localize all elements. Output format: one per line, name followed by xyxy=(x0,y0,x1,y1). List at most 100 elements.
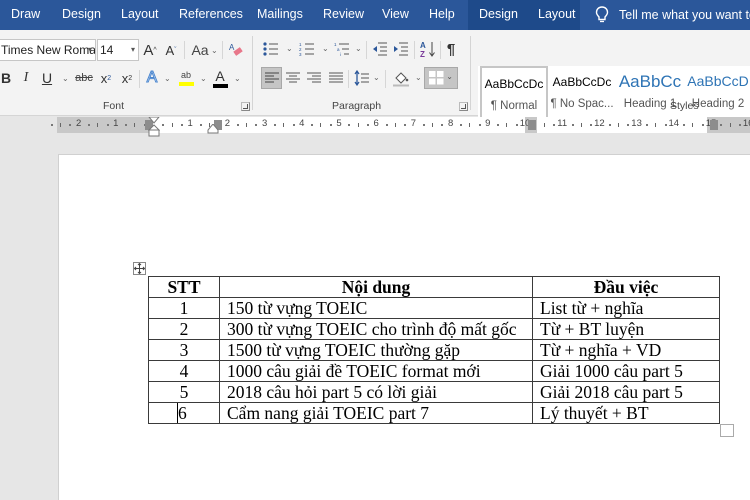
header-noi-dung[interactable]: Nội dung xyxy=(219,276,533,298)
cell-stt[interactable]: 5 xyxy=(148,381,220,403)
cell-noi-dung[interactable]: 1000 câu giải đề TOEIC format mới xyxy=(219,360,533,382)
cell-noi-dung[interactable]: 1500 từ vựng TOEIC thường gặp xyxy=(219,339,533,361)
tab-help[interactable]: Help xyxy=(429,0,455,30)
clear-formatting-button[interactable]: A xyxy=(227,40,245,60)
chevron-down-icon: ⌄ xyxy=(355,44,362,53)
chevron-down-icon: ⌄ xyxy=(164,74,171,83)
style-heading-2[interactable]: AaBbCcD Heading 2 xyxy=(684,66,750,122)
show-formatting-marks-button[interactable]: ¶ xyxy=(444,39,458,59)
highlight-button[interactable]: ab xyxy=(177,67,195,89)
increase-indent-icon xyxy=(394,42,408,56)
superscript-button[interactable]: x2 xyxy=(119,68,135,88)
align-left-button[interactable] xyxy=(261,67,282,89)
cell-noi-dung[interactable]: 150 từ vựng TOEIC xyxy=(219,297,533,319)
tab-references[interactable]: References xyxy=(179,0,243,30)
font-name-value: Times New Roma xyxy=(1,43,96,57)
cell-dau-viec[interactable]: Giải 1000 câu part 5 xyxy=(532,360,720,382)
bullets-button[interactable] xyxy=(262,39,280,59)
column-marker[interactable] xyxy=(528,120,536,130)
grow-font-button[interactable]: A ^ xyxy=(142,39,158,61)
text-effects-button[interactable]: A xyxy=(144,68,160,88)
svg-text:A: A xyxy=(229,43,235,52)
cell-dau-viec[interactable]: Từ + nghĩa + VD xyxy=(532,339,720,361)
cell-stt[interactable]: 1 xyxy=(148,297,220,319)
strikethrough-button[interactable]: abc xyxy=(73,68,95,88)
cell-noi-dung[interactable]: 300 từ vựng TOEIC cho trình độ mất gốc xyxy=(219,318,533,340)
column-marker[interactable] xyxy=(710,120,718,130)
header-dau-viec[interactable]: Đầu việc xyxy=(532,276,720,298)
ruler-tick xyxy=(729,123,731,127)
font-dialog-launcher[interactable] xyxy=(241,102,250,111)
borders-grid-icon xyxy=(429,71,444,85)
tab-table-layout[interactable]: Layout xyxy=(538,0,576,30)
ruler-dot xyxy=(738,124,741,126)
cell-noi-dung[interactable]: 2018 câu hỏi part 5 có lời giải xyxy=(219,381,533,403)
cell-stt[interactable]: 4 xyxy=(148,360,220,382)
ruler-number: 6 xyxy=(373,118,379,129)
cell-dau-viec[interactable]: List từ + nghĩa xyxy=(532,297,720,319)
cell-dau-viec[interactable]: Giải 2018 câu part 5 xyxy=(532,381,720,403)
sort-button[interactable]: A Z xyxy=(419,38,437,60)
tab-mailings[interactable]: Mailings xyxy=(257,0,303,30)
table-resize-handle[interactable] xyxy=(720,424,734,437)
table-row: 5 2018 câu hỏi part 5 có lời giải Giải 2… xyxy=(148,381,720,403)
right-indent-marker-icon[interactable] xyxy=(207,124,219,134)
shrink-font-button[interactable]: Aˇ xyxy=(163,39,179,61)
style-normal[interactable]: AaBbCcDc ¶ Normal xyxy=(480,66,548,122)
align-center-button[interactable] xyxy=(283,67,303,89)
style-no-spacing[interactable]: AaBbCcDc ¶ No Spac... xyxy=(548,66,616,122)
justify-icon xyxy=(329,72,343,83)
svg-text:A: A xyxy=(420,41,426,50)
tab-review[interactable]: Review xyxy=(323,0,364,30)
decrease-indent-icon xyxy=(373,42,387,56)
style-heading-1[interactable]: AaBbCc Heading 1 xyxy=(616,66,684,122)
ruler-dot xyxy=(50,124,53,126)
change-case-button[interactable]: Aa xyxy=(188,39,212,61)
tab-layout[interactable]: Layout xyxy=(121,0,159,30)
shading-button[interactable] xyxy=(391,67,411,89)
ruler-number: 2 xyxy=(224,118,231,129)
tab-view[interactable]: View xyxy=(382,0,409,30)
bold-button[interactable]: B xyxy=(0,68,12,88)
font-name-combo[interactable]: Times New Roma ▾ xyxy=(0,39,96,61)
indent-markers-icon[interactable] xyxy=(148,117,160,137)
subscript-button[interactable]: x2 xyxy=(98,68,114,88)
numbering-button[interactable]: 123 xyxy=(298,39,316,59)
document-table[interactable]: STT Nội dung Đầu việc 1 150 từ vựng TOEI… xyxy=(148,276,720,424)
cell-noi-dung[interactable]: Cẩm nang giải TOEIC part 7 xyxy=(219,402,533,424)
multilevel-list-button[interactable]: 1ai xyxy=(333,39,351,59)
tell-me-search[interactable]: Tell me what you want to xyxy=(595,0,750,30)
cell-dau-viec[interactable]: Từ + BT luyện xyxy=(532,318,720,340)
tab-table-design[interactable]: Design xyxy=(479,0,518,30)
ruler-number: 4 xyxy=(299,118,305,129)
cell-stt[interactable]: 6 xyxy=(148,402,220,424)
paragraph-dialog-launcher[interactable] xyxy=(459,102,468,111)
cell-stt[interactable]: 2 xyxy=(148,318,220,340)
italic-button[interactable]: I xyxy=(20,68,32,88)
ruler-tick xyxy=(506,123,508,127)
underline-button[interactable]: U xyxy=(40,68,54,88)
increase-indent-button[interactable] xyxy=(392,39,410,59)
eraser-icon: A xyxy=(229,43,243,56)
table-move-handle[interactable] xyxy=(133,262,146,275)
justify-button[interactable] xyxy=(326,67,346,89)
pilcrow-icon: ¶ xyxy=(446,40,456,58)
ruler-tick xyxy=(692,123,694,127)
decrease-indent-button[interactable] xyxy=(371,39,389,59)
cell-dau-viec[interactable]: Lý thuyết + BT xyxy=(532,402,720,424)
font-color-icon: A xyxy=(215,67,225,84)
horizontal-ruler[interactable]: 2112345678910111213141516 xyxy=(0,117,750,137)
ruler-dot xyxy=(69,124,72,126)
tab-design[interactable]: Design xyxy=(62,0,101,30)
tab-draw[interactable]: Draw xyxy=(11,0,40,30)
borders-button[interactable]: ⌄ xyxy=(424,67,458,89)
line-spacing-button[interactable] xyxy=(352,67,372,89)
grow-font-icon: A xyxy=(143,41,154,59)
header-stt[interactable]: STT xyxy=(148,276,220,298)
chevron-down-icon: ⌄ xyxy=(446,72,453,81)
chevron-down-icon: ⌄ xyxy=(200,74,207,83)
cell-stt[interactable]: 3 xyxy=(148,339,220,361)
align-right-button[interactable] xyxy=(304,67,324,89)
font-size-combo[interactable]: 14 ▾ xyxy=(97,39,139,61)
font-color-button[interactable]: A xyxy=(212,67,228,89)
